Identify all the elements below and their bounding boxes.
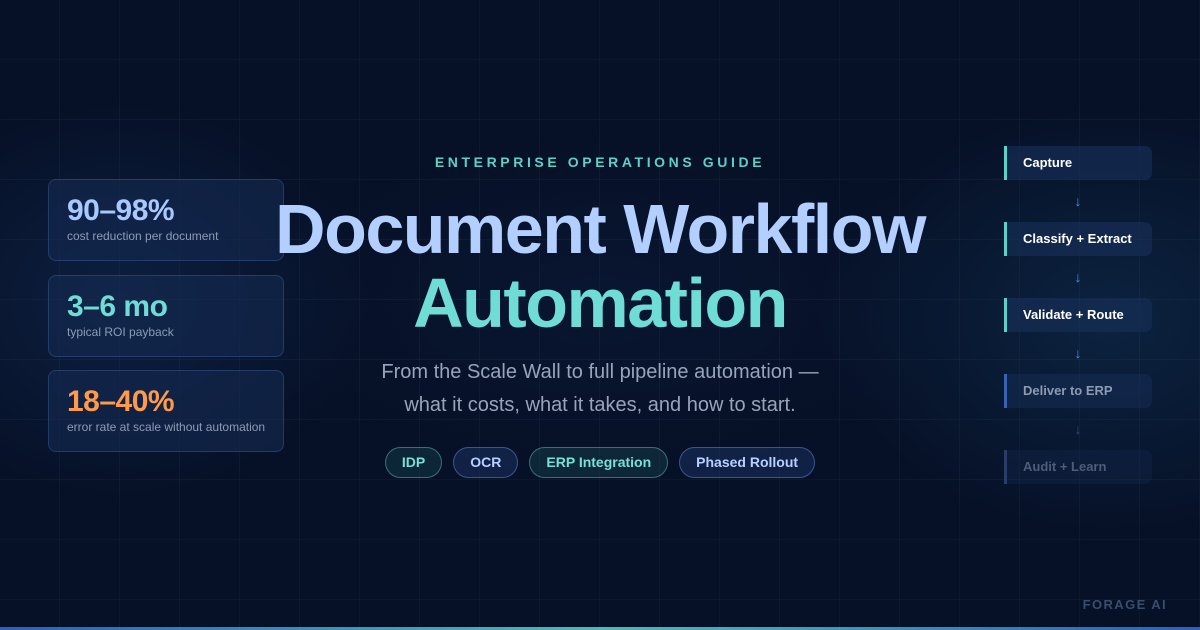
pipeline-step-capture: Capture	[1004, 146, 1152, 180]
tag-idp: IDP	[384, 447, 443, 478]
subtitle-line-2: what it costs, what it takes, and how to…	[404, 394, 796, 416]
stat-label: error rate at scale without automation	[67, 420, 266, 434]
arrow-down-icon: ↓	[1074, 269, 1082, 285]
tag-ocr: OCR	[453, 447, 519, 478]
pipeline-step-validate-route: Validate + Route	[1004, 298, 1152, 332]
tag-erp-integration: ERP Integration	[529, 447, 669, 478]
arrow-down-icon: ↓	[1074, 193, 1082, 209]
arrow-down-icon: ↓	[1074, 421, 1082, 437]
subtitle: From the Scale Wall to full pipeline aut…	[340, 356, 860, 422]
pipeline-step-deliver-erp: Deliver to ERP	[1004, 374, 1152, 408]
brand-logo: FORAGE AI	[1082, 597, 1167, 612]
tag-phased-rollout: Phased Rollout	[679, 447, 816, 478]
arrow-down-icon: ↓	[1074, 345, 1082, 361]
stat-value: 18–40%	[67, 385, 175, 418]
pipeline-step-classify-extract: Classify + Extract	[1004, 222, 1152, 256]
pipeline-step-audit-learn: Audit + Learn	[1004, 450, 1152, 484]
subtitle-line-1: From the Scale Wall to full pipeline aut…	[381, 361, 819, 383]
stat-card-error-rate: 18–40% error rate at scale without autom…	[48, 370, 284, 452]
